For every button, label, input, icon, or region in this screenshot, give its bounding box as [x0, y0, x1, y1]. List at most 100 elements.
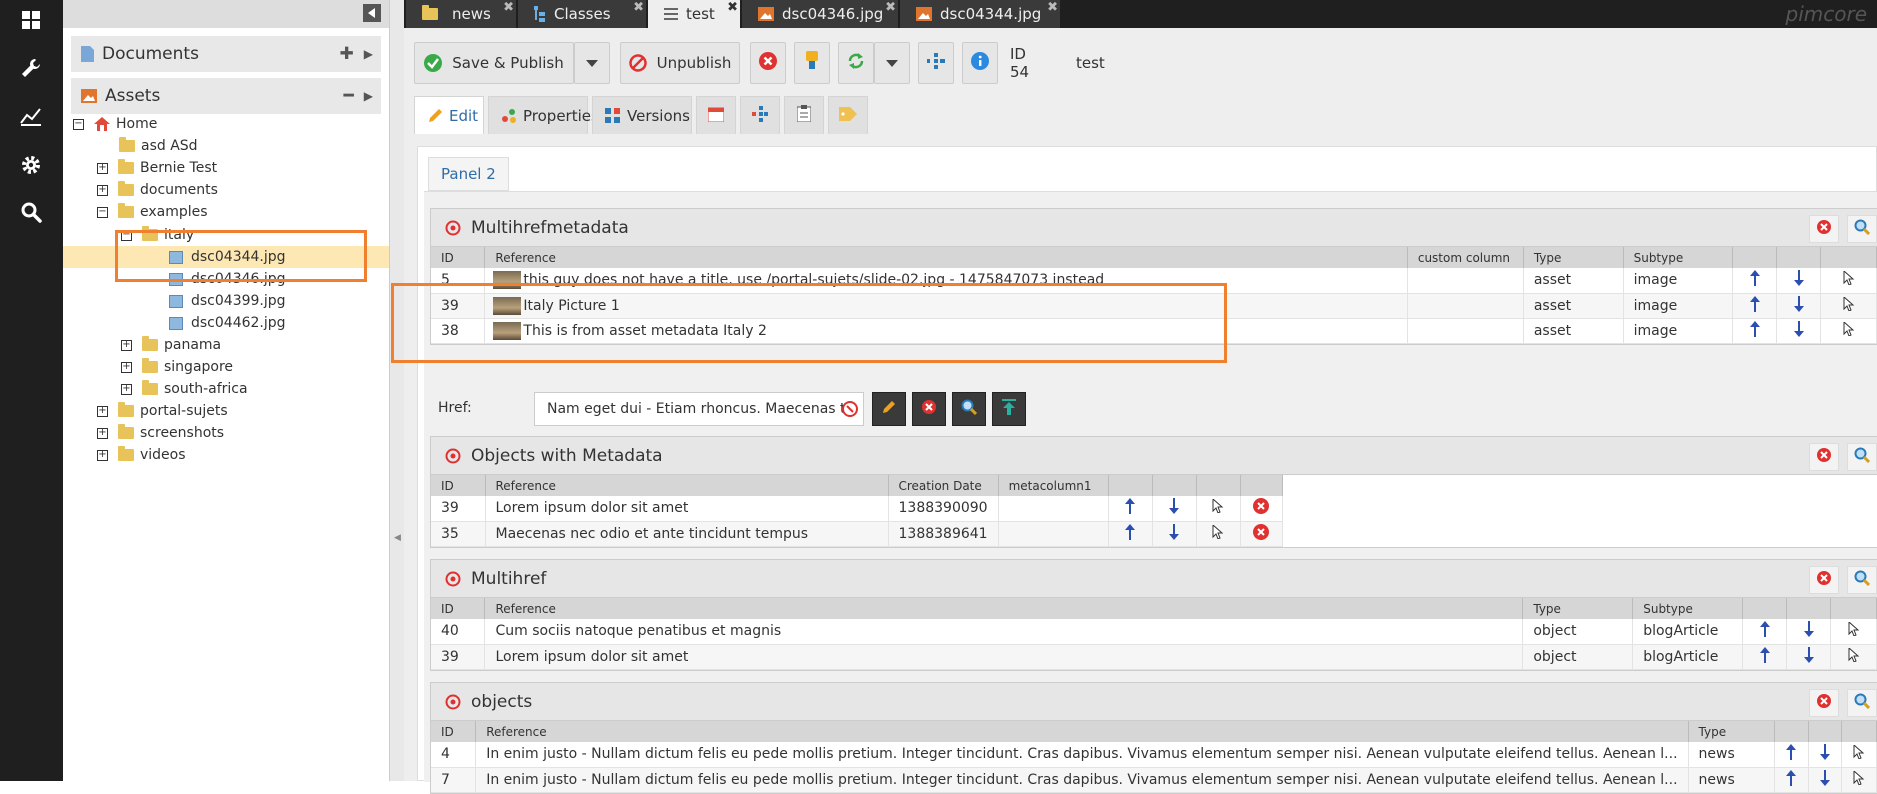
close-icon[interactable]: ✖ — [885, 0, 896, 15]
expand-toggle-icon[interactable]: + — [97, 184, 108, 196]
tree-node-folder[interactable]: + panama — [121, 334, 221, 356]
assets-accordion-header[interactable]: Assets ━ ▶ — [71, 78, 381, 114]
tree-node-folder[interactable]: − examples — [97, 201, 208, 223]
tree-node-image[interactable]: dsc04344.jpg — [169, 246, 286, 268]
move-up-icon[interactable] — [1774, 767, 1809, 793]
table-row[interactable]: 39 Lorem ipsum dolor sit amet object blo… — [431, 644, 1877, 670]
tab-edit[interactable]: Edit — [414, 96, 484, 134]
move-up-icon[interactable] — [1742, 619, 1788, 645]
tab-dsc04344[interactable]: dsc04344.jpg ✖ — [900, 0, 1060, 28]
clear-button[interactable] — [1809, 215, 1839, 243]
expand-arrow-icon[interactable]: ▶ — [364, 47, 373, 64]
column-header-reference[interactable]: Reference — [484, 598, 1524, 619]
add-icon[interactable]: ✚ — [340, 44, 354, 64]
column-header-reference[interactable]: Reference — [475, 721, 1689, 742]
href-search-button[interactable] — [952, 392, 986, 426]
cell-metacolumn1[interactable] — [998, 521, 1109, 547]
column-header-reference[interactable]: Reference — [484, 247, 1408, 268]
cell-custom[interactable] — [1407, 268, 1524, 294]
column-header-creation-date[interactable]: Creation Date — [888, 475, 999, 496]
collapse-toggle-icon[interactable]: − — [73, 118, 84, 130]
table-row[interactable]: 38 This is from asset metadata Italy 2 a… — [431, 318, 1877, 344]
tree-node-image[interactable]: dsc04346.jpg — [169, 268, 286, 290]
move-up-icon[interactable] — [1108, 521, 1153, 547]
move-down-icon[interactable] — [1776, 318, 1822, 344]
panel-splitter[interactable]: ◀ — [390, 0, 404, 781]
expand-arrow-icon[interactable]: ▶ — [364, 89, 373, 106]
tree-node-folder[interactable]: − italy — [121, 224, 194, 246]
tree-node-folder[interactable]: asd ASd — [119, 135, 198, 157]
tab-versions[interactable]: Versions — [592, 96, 692, 134]
href-upload-button[interactable] — [992, 392, 1026, 426]
delete-button[interactable] — [750, 42, 786, 84]
table-row[interactable]: 39 Italy Picture 1 asset image — [431, 293, 1877, 319]
href-input[interactable] — [534, 392, 864, 426]
reload-button[interactable] — [838, 42, 874, 84]
column-header-subtype[interactable]: Subtype — [1623, 247, 1734, 268]
tree-node-folder[interactable]: + singapore — [121, 356, 233, 378]
remove-row-icon[interactable] — [1240, 521, 1283, 547]
close-icon[interactable]: ✖ — [633, 0, 644, 15]
tab-schedule[interactable] — [696, 96, 736, 134]
cursor-open-icon[interactable] — [1830, 644, 1877, 670]
cursor-open-icon[interactable] — [1830, 619, 1877, 645]
save-publish-button[interactable]: Save & Publish — [414, 42, 574, 84]
remove-row-icon[interactable] — [1240, 496, 1283, 522]
save-options-dropdown[interactable] — [574, 42, 610, 84]
column-header-id[interactable]: ID — [431, 721, 477, 742]
search-button[interactable] — [1847, 689, 1877, 717]
expand-toggle-icon[interactable]: + — [97, 405, 108, 417]
cursor-open-icon[interactable] — [1841, 742, 1877, 768]
collapse-panel-button[interactable] — [363, 4, 381, 22]
column-header-custom[interactable]: custom column — [1407, 247, 1524, 268]
close-icon[interactable]: ✖ — [503, 0, 514, 15]
reload-options-dropdown[interactable] — [874, 42, 910, 84]
move-down-icon[interactable] — [1776, 268, 1822, 294]
table-row[interactable]: 35 Maecenas nec odio et ante tincidunt t… — [431, 521, 1283, 547]
tab-notes[interactable] — [784, 96, 824, 134]
collapse-minus-icon[interactable]: ━ — [344, 86, 354, 106]
expand-toggle-icon[interactable]: + — [121, 383, 132, 395]
href-delete-button[interactable] — [912, 392, 946, 426]
table-row[interactable]: 40 Cum sociis natoque penatibus et magni… — [431, 619, 1877, 645]
collapse-toggle-icon[interactable]: − — [121, 229, 132, 241]
cursor-open-icon[interactable] — [1820, 268, 1877, 294]
move-down-icon[interactable] — [1152, 496, 1197, 522]
tab-dsc04346[interactable]: dsc04346.jpg ✖ — [742, 0, 898, 28]
table-row[interactable]: 39 Lorem ipsum dolor sit amet 1388390090 — [431, 496, 1283, 522]
column-header-type[interactable]: Type — [1523, 247, 1624, 268]
move-down-icon[interactable] — [1776, 293, 1822, 319]
search-icon[interactable] — [19, 200, 43, 224]
move-down-icon[interactable] — [1808, 742, 1843, 768]
column-header-id[interactable]: ID — [431, 598, 486, 619]
tree-node-folder[interactable]: + documents — [97, 179, 218, 201]
column-header-metacolumn1[interactable]: metacolumn1 — [998, 475, 1109, 496]
href-clear-icon[interactable] — [842, 401, 858, 421]
info-button[interactable] — [962, 42, 998, 84]
tab-news[interactable]: news ✖ — [406, 0, 516, 28]
move-down-icon[interactable] — [1152, 521, 1197, 547]
tree-node-folder[interactable]: + videos — [97, 444, 186, 466]
move-up-icon[interactable] — [1742, 644, 1788, 670]
move-down-icon[interactable] — [1808, 767, 1843, 793]
move-down-icon[interactable] — [1786, 644, 1832, 670]
move-down-icon[interactable] — [1786, 619, 1832, 645]
documents-accordion-header[interactable]: Documents ✚ ▶ — [71, 36, 381, 72]
tree-node-folder[interactable]: + screenshots — [97, 422, 224, 444]
table-row[interactable]: 4 In enim justo - Nullam dictum felis eu… — [431, 742, 1877, 768]
settings-gear-icon[interactable] — [19, 153, 43, 177]
expand-toggle-icon[interactable]: + — [121, 361, 132, 373]
search-button[interactable] — [1847, 215, 1877, 243]
move-up-icon[interactable] — [1774, 742, 1809, 768]
tab-tags[interactable] — [828, 96, 868, 134]
search-button[interactable] — [1847, 443, 1877, 471]
tree-node-home[interactable]: − Home — [73, 113, 157, 135]
wrench-icon[interactable] — [19, 56, 43, 80]
rename-button[interactable] — [794, 42, 830, 84]
cell-custom[interactable] — [1407, 318, 1524, 344]
collapse-toggle-icon[interactable]: − — [97, 206, 108, 218]
cell-metacolumn1[interactable] — [998, 496, 1109, 522]
search-button[interactable] — [1847, 566, 1877, 594]
tab-test[interactable]: test ✖ — [648, 0, 740, 28]
unpublish-button[interactable]: Unpublish — [620, 42, 740, 84]
